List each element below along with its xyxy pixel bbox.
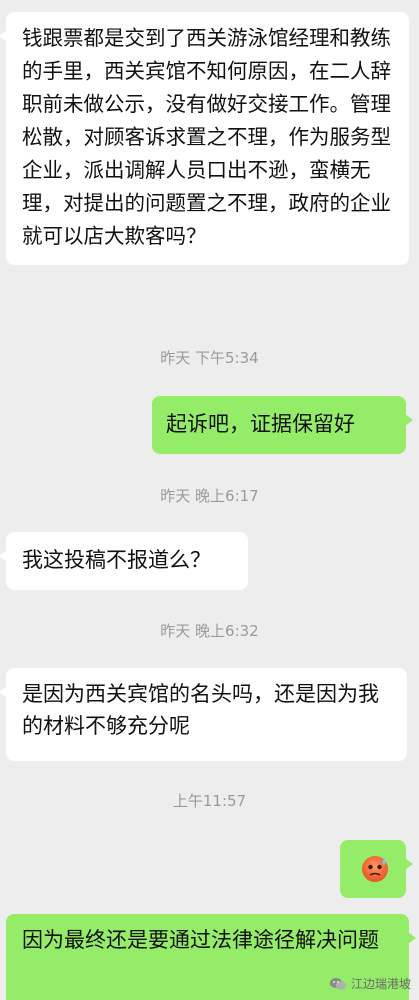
message-bubble-incoming[interactable]: 钱跟票都是交到了西关游泳馆经理和教练的手里，西关宾馆不知何原因，在二人辞职前未做… [0, 12, 409, 265]
timestamp: 昨天 晚上6:17 [160, 487, 259, 505]
watermark-text: 江边瑞港坡 [350, 977, 411, 991]
message-text: 我这投稿不报道么？ [22, 548, 211, 572]
timestamp: 上午11:57 [172, 792, 247, 810]
watermark: 江边瑞港坡 [329, 975, 411, 992]
message-text: 钱跟票都是交到了西关游泳馆经理和教练的手里，西关宾馆不知何原因，在二人辞职前未做… [22, 26, 391, 248]
timestamp: 昨天 下午5:34 [160, 349, 259, 367]
message-text: 是因为西关宾馆的名头吗，还是因为我的材料不够充分呢 [22, 682, 379, 738]
message-bubble-outgoing[interactable]: 起诉吧，证据保留好 [152, 396, 413, 454]
chat-area[interactable]: 钱跟票都是交到了西关游泳馆经理和教练的手里，西关宾馆不知何原因，在二人辞职前未做… [0, 0, 419, 1000]
message-text: 因为最终还是要通过法律途径解决问题 [22, 928, 379, 952]
message-bubble-incoming[interactable]: 我这投稿不报道么？ [0, 532, 248, 590]
timestamp: 昨天 晚上6:32 [160, 622, 259, 640]
wechat-icon [329, 977, 347, 990]
sweat-face-emoji-icon [362, 856, 388, 882]
message-bubble-outgoing-emoji[interactable] [340, 840, 413, 898]
message-text: 起诉吧，证据保留好 [166, 412, 355, 436]
message-bubble-incoming[interactable]: 是因为西关宾馆的名头吗，还是因为我的材料不够充分呢 [0, 668, 407, 761]
